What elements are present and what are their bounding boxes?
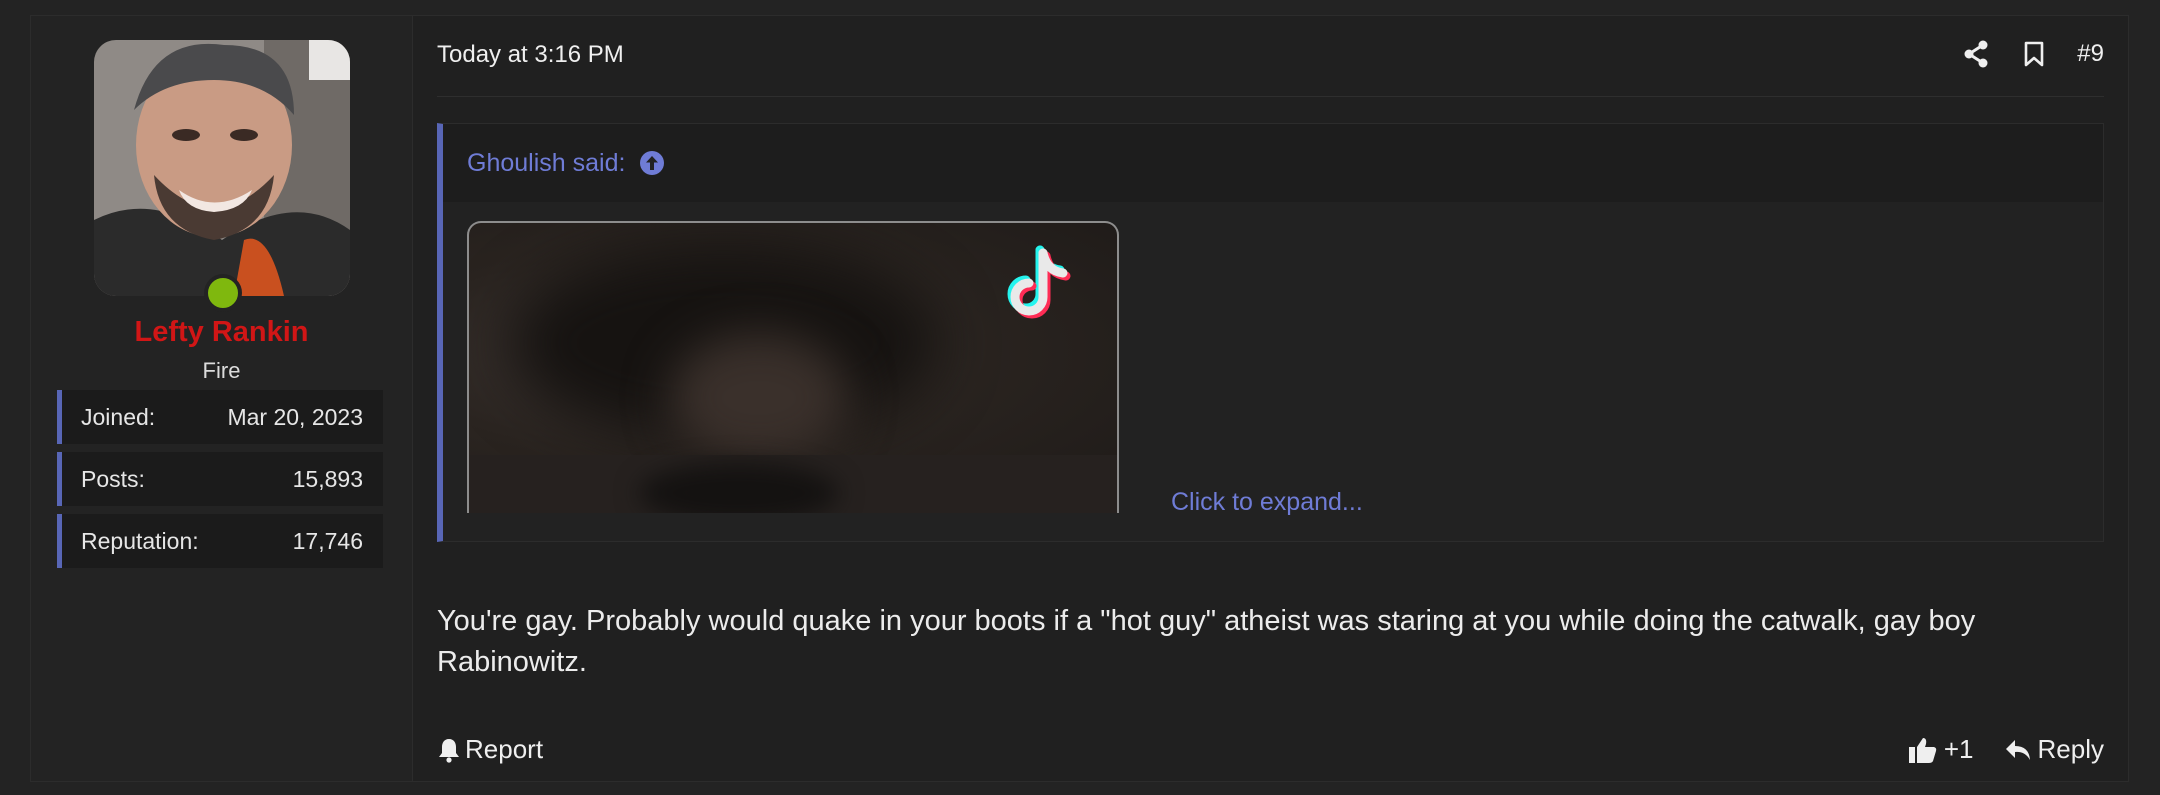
thumbs-up-icon [1908, 737, 1937, 763]
reply-button[interactable]: Reply [2004, 734, 2104, 765]
online-status-indicator [204, 274, 242, 312]
post-footer-actions: +1 Reply [1908, 734, 2104, 765]
avatar[interactable] [94, 40, 350, 296]
stat-label: Posts: [81, 465, 145, 492]
quote-author[interactable]: Ghoulish said: [467, 149, 625, 178]
header-divider [437, 96, 2104, 97]
stat-value: Mar 20, 2023 [227, 403, 363, 430]
user-panel: Lefty Rankin Fire Joined: Mar 20, 2023 P… [31, 16, 413, 781]
stat-posts: Posts: 15,893 [57, 452, 383, 506]
forum-post: Lefty Rankin Fire Joined: Mar 20, 2023 P… [30, 15, 2129, 782]
share-icon[interactable] [1961, 38, 1991, 70]
quote-block: Ghoulish said: Click to expand... [437, 123, 2104, 542]
stat-reputation: Reputation: 17,746 [57, 514, 383, 568]
bookmark-icon[interactable] [2019, 38, 2049, 70]
report-button[interactable]: Report [437, 734, 543, 765]
reply-icon [2005, 739, 2030, 760]
report-label: Report [465, 734, 544, 764]
media-blur [669, 333, 849, 463]
quote-header[interactable]: Ghoulish said: [443, 124, 2103, 202]
click-to-expand-link[interactable]: Click to expand... [1171, 488, 1363, 517]
stat-joined: Joined: Mar 20, 2023 [57, 390, 383, 444]
reaction-button[interactable]: +1 [1908, 734, 1974, 765]
post-date[interactable]: Today at 3:16 PM [437, 41, 624, 69]
post-main: Today at 3:16 PM #9 Ghoulish said: Click… [414, 16, 2128, 781]
stat-value: 15,893 [292, 465, 363, 492]
stat-label: Reputation: [81, 527, 199, 554]
tiktok-logo-icon [1007, 245, 1071, 319]
post-number[interactable]: #9 [2077, 40, 2104, 68]
bell-icon [439, 738, 459, 763]
post-body: You're gay. Probably would quake in your… [437, 605, 1976, 678]
quoted-media[interactable] [467, 221, 1119, 513]
user-title: Fire [202, 358, 241, 383]
username[interactable]: Lefty Rankin [31, 316, 412, 349]
post-header-actions: #9 [1961, 38, 2104, 70]
reply-label: Reply [2037, 734, 2104, 764]
stat-value: 17,746 [292, 527, 363, 554]
arrow-up-circle-icon[interactable] [639, 150, 665, 176]
stat-label: Joined: [81, 403, 156, 430]
reaction-count: +1 [1943, 734, 1974, 764]
